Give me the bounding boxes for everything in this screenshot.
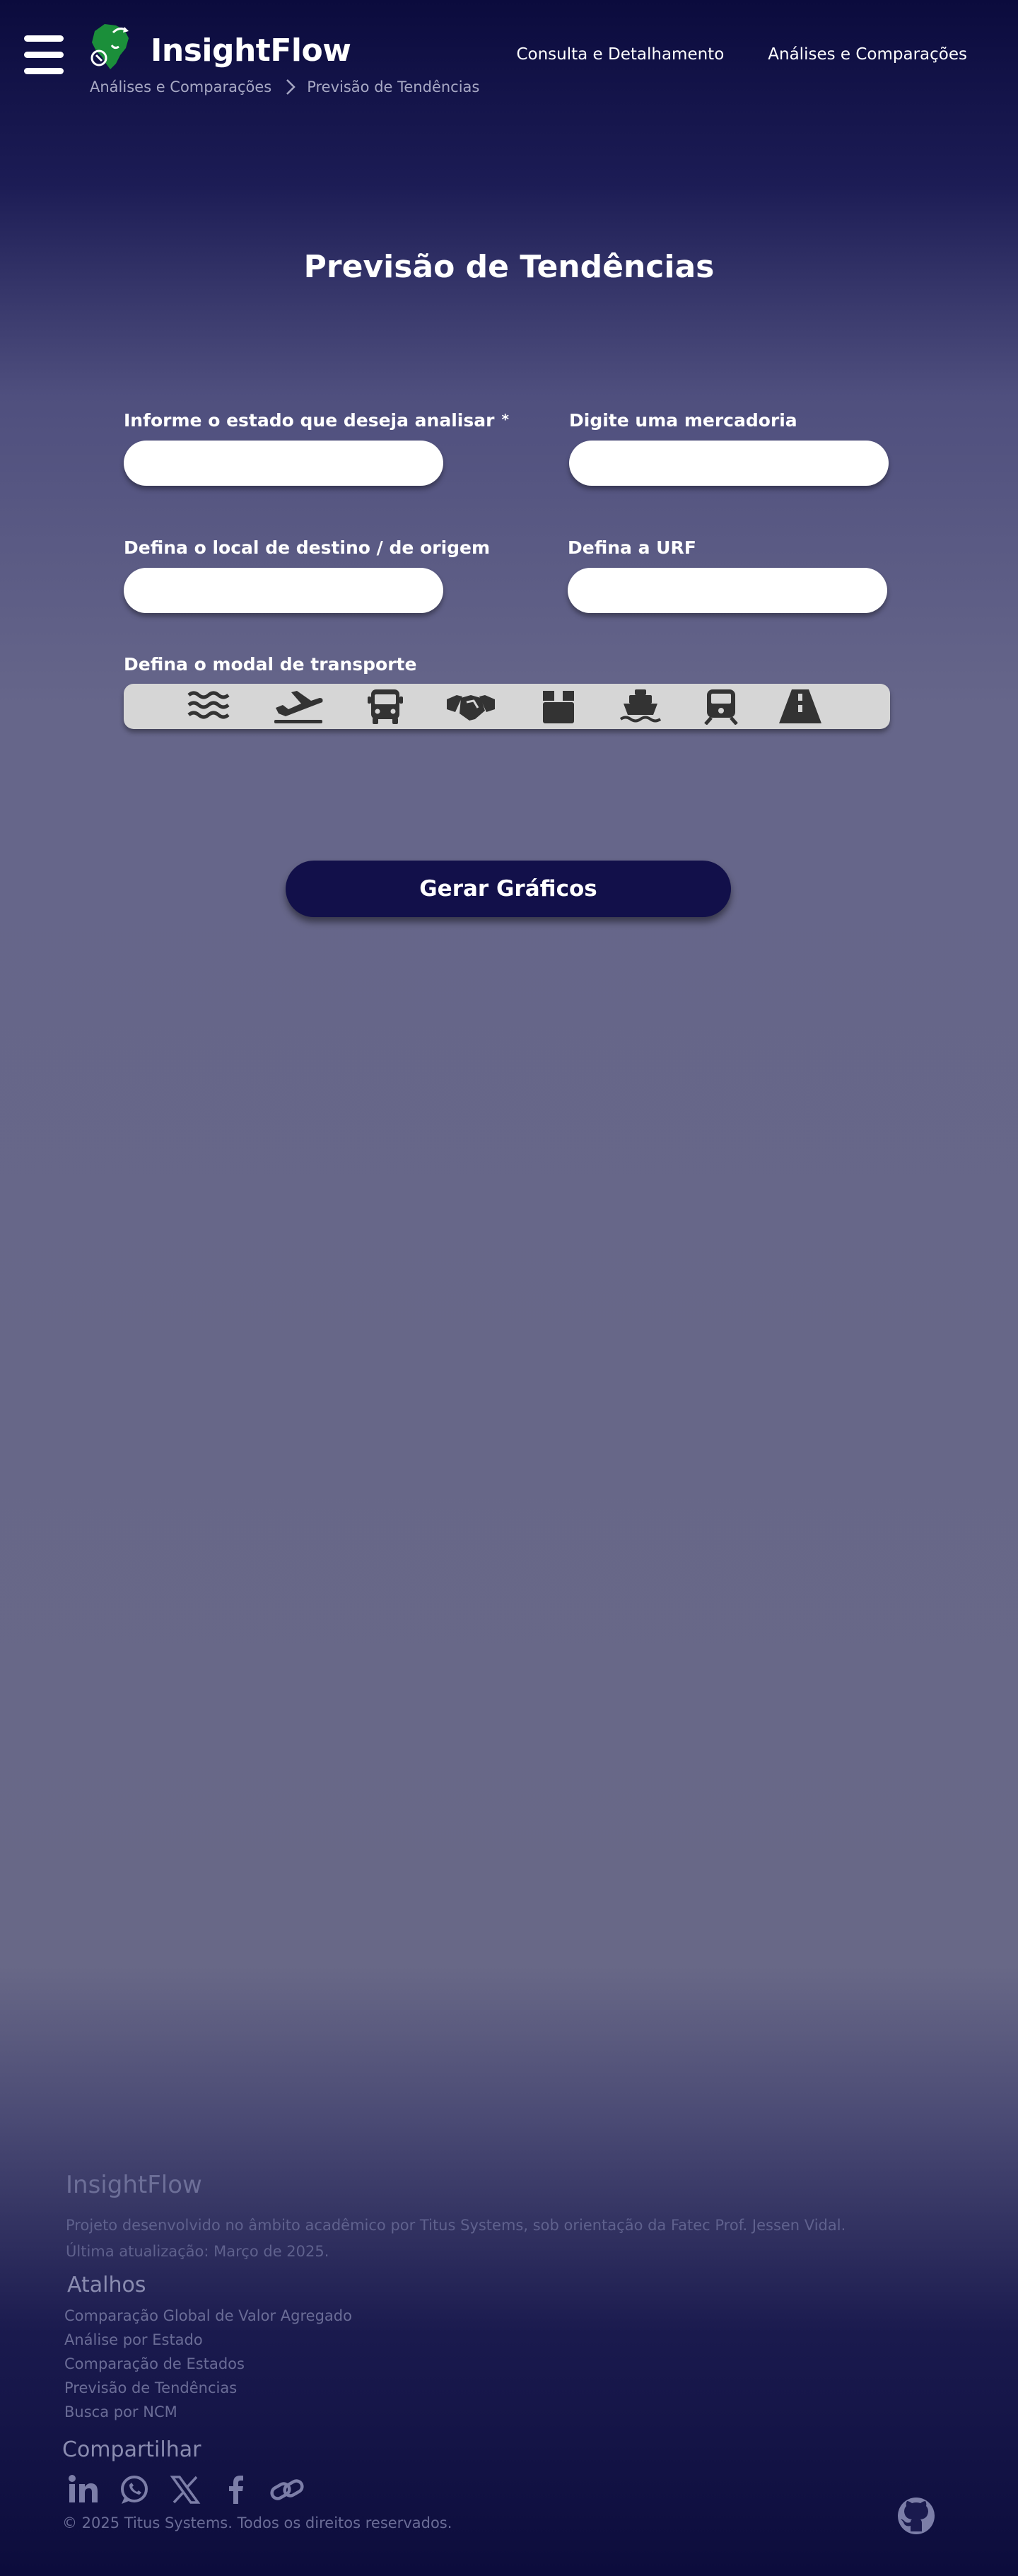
footer-link-busca-ncm[interactable]: Busca por NCM xyxy=(64,2403,352,2428)
modal-option-road-bus[interactable] xyxy=(358,688,413,725)
footer-updated: Última atualização: Março de 2025. xyxy=(66,2243,329,2260)
generate-charts-button[interactable]: Gerar Gráficos xyxy=(286,861,731,917)
breadcrumb-item-current: Previsão de Tendências xyxy=(307,78,480,95)
destination-input[interactable] xyxy=(124,568,443,613)
nav-consulta-detalhamento[interactable]: Consulta e Detalhamento xyxy=(516,45,724,64)
facebook-icon[interactable] xyxy=(218,2471,255,2508)
page-title: Previsão de Tendências xyxy=(303,249,715,285)
link-icon[interactable] xyxy=(269,2471,305,2508)
share-icons xyxy=(65,2471,305,2508)
modal-option-postal[interactable] xyxy=(531,688,586,725)
modal-option-waterway[interactable] xyxy=(182,688,238,725)
menu-line xyxy=(24,68,64,74)
destination-field-label: Defina o local de destino / de origem xyxy=(124,537,491,558)
ship-icon xyxy=(619,689,662,723)
modal-option-road[interactable] xyxy=(773,688,828,725)
bus-icon xyxy=(368,689,403,724)
menu-hamburger-icon[interactable] xyxy=(24,35,64,79)
x-icon[interactable] xyxy=(167,2471,204,2508)
state-field-label: Informe o estado que deseja analisar * xyxy=(124,410,509,431)
modal-option-air[interactable] xyxy=(271,688,326,725)
footer-link-comparacao-global[interactable]: Comparação Global de Valor Agregado xyxy=(64,2307,352,2331)
nav-analises-comparacoes[interactable]: Análises e Comparações xyxy=(768,45,967,64)
transport-modal-selector xyxy=(124,684,890,729)
footer-link-previsao-tendencias[interactable]: Previsão de Tendências xyxy=(64,2379,352,2403)
linkedin-icon[interactable] xyxy=(65,2471,102,2508)
footer-copyright: © 2025 Titus Systems. Todos os direitos … xyxy=(62,2514,452,2531)
package-icon xyxy=(543,691,574,723)
chevron-right-icon xyxy=(286,79,296,95)
footer-description: Projeto desenvolvido no âmbito acadêmico… xyxy=(66,2217,846,2234)
product-input[interactable] xyxy=(569,441,889,486)
urf-field-label: Defina a URF xyxy=(568,537,696,558)
whatsapp-icon[interactable] xyxy=(116,2471,153,2508)
urf-input[interactable] xyxy=(568,568,887,613)
road-icon xyxy=(779,689,821,723)
menu-line xyxy=(24,52,64,58)
modal-field-label: Defina o modal de transporte xyxy=(124,654,417,675)
brand-name[interactable]: InsightFlow xyxy=(151,33,351,69)
product-field-label: Digite uma mercadoria xyxy=(569,410,797,431)
footer-shortcuts-heading: Atalhos xyxy=(67,2273,146,2297)
top-navigation: Consulta e Detalhamento Análises e Compa… xyxy=(516,45,967,64)
state-label-text: Informe o estado que deseja analisar xyxy=(124,410,495,431)
footer-link-analise-estado[interactable]: Análise por Estado xyxy=(64,2331,352,2355)
modal-option-maritime[interactable] xyxy=(613,688,668,725)
github-icon[interactable] xyxy=(896,2496,936,2536)
modal-option-agreement[interactable] xyxy=(443,688,498,725)
brazil-map-logo-icon[interactable] xyxy=(85,17,140,74)
modal-option-rail[interactable] xyxy=(694,688,749,725)
footer-link-comparacao-estados[interactable]: Comparação de Estados xyxy=(64,2355,352,2379)
airplane-icon xyxy=(274,691,323,723)
required-mark: * xyxy=(501,411,509,428)
breadcrumb: Análises e Comparações Previsão de Tendê… xyxy=(90,78,479,95)
state-input[interactable] xyxy=(124,441,443,486)
waves-icon xyxy=(187,691,230,719)
handshake-icon xyxy=(447,695,495,721)
train-icon xyxy=(704,689,738,725)
footer-brand: InsightFlow xyxy=(66,2171,202,2199)
breadcrumb-item-analises[interactable]: Análises e Comparações xyxy=(90,78,271,95)
menu-line xyxy=(24,35,64,42)
footer-shortcuts-list: Comparação Global de Valor Agregado Anál… xyxy=(64,2307,352,2428)
footer-share-heading: Compartilhar xyxy=(62,2437,201,2462)
